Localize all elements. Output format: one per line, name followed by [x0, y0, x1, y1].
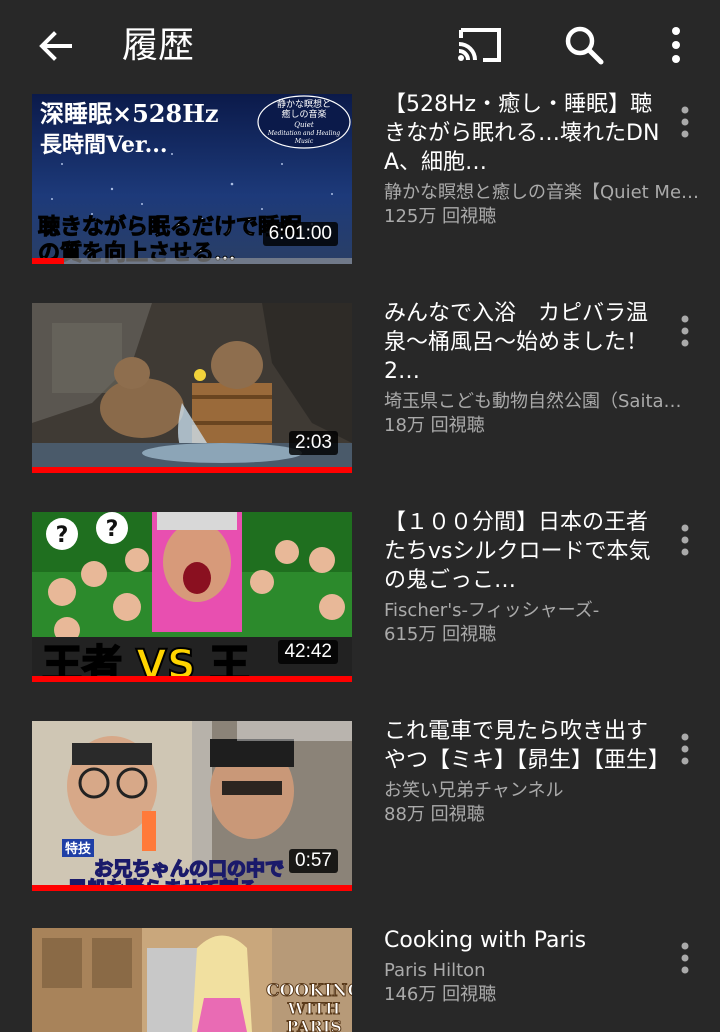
video-menu-button[interactable]	[672, 938, 698, 978]
svg-text:深睡眠×528Hz: 深睡眠×528Hz	[40, 99, 219, 128]
video-menu-button[interactable]	[672, 102, 698, 142]
view-count: 125万 回視聴	[384, 206, 497, 227]
cast-icon	[458, 28, 501, 62]
video-duration: 2:03	[289, 431, 338, 455]
svg-text:お兄ちゃんの口の中で: お兄ちゃんの口の中で	[94, 857, 284, 880]
video-item[interactable]: COOKING WITH PARIS Cooking with Paris Pa…	[0, 926, 720, 1032]
video-thumbnail[interactable]: 特技 お兄ちゃんの口の中で 風船を膨らませて割る 0:57	[32, 721, 352, 891]
video-meta[interactable]: Cooking with Paris Paris Hilton 146万 回視聴	[384, 926, 668, 1007]
video-title: Cooking with Paris	[384, 928, 587, 953]
search-button[interactable]	[562, 22, 606, 68]
video-duration: 0:57	[289, 849, 338, 873]
watch-progress-bar	[32, 467, 352, 473]
thumbnail-image: COOKING WITH PARIS	[32, 928, 352, 1032]
video-meta[interactable]: これ電車で見たら吹き出すやつ【ミキ】【昴生】【亜生】 お笑い兄弟チャンネル 88…	[384, 717, 668, 827]
video-thumbnail[interactable]: 2:03	[32, 303, 352, 473]
svg-text:COOKING: COOKING	[266, 981, 352, 1001]
watch-progress-bar	[32, 676, 352, 682]
svg-text:長時間Ver...: 長時間Ver...	[40, 132, 168, 158]
video-meta[interactable]: みんなで入浴 カピバラ温泉〜桶風呂〜始めました！ 2… 埼玉県こども動物自然公園…	[384, 299, 682, 438]
video-item[interactable]: 2:03 みんなで入浴 カピバラ温泉〜桶風呂〜始めました！ 2… 埼玉県こども動…	[0, 299, 720, 499]
svg-text:特技: 特技	[65, 841, 92, 857]
svg-text:?: ?	[106, 517, 119, 542]
video-thumbnail[interactable]: ? ? 王者 VS 王 42:42	[32, 512, 352, 682]
video-meta[interactable]: 【１００分間】日本の王者たちvsシルクロードで本気の鬼ごっこ… Fischer'…	[384, 508, 668, 647]
back-button[interactable]	[34, 24, 78, 68]
view-count: 146万 回視聴	[384, 984, 497, 1005]
channel-name: 静かな瞑想と癒しの音楽【Quiet Me…	[384, 182, 700, 203]
video-meta[interactable]: 【528Hz・癒し・睡眠】聴きながら眠れる…壊れたDNA、細胞… 静かな瞑想と癒…	[384, 90, 699, 229]
watch-progress-fill	[32, 885, 352, 891]
more-vertical-icon	[681, 315, 689, 347]
svg-text:WITH: WITH	[287, 999, 340, 1018]
video-item[interactable]: 特技 お兄ちゃんの口の中で 風船を膨らませて割る 0:57 これ電車で見たら吹き…	[0, 717, 720, 917]
svg-text:Quiet: Quiet	[294, 121, 314, 129]
app-bar: 履歴	[0, 0, 720, 90]
video-item[interactable]: 深睡眠×528Hz 長時間Ver... 静かな瞑想と 癒しの音楽 Quiet M…	[0, 90, 720, 290]
video-title: これ電車で見たら吹き出すやつ【ミキ】【昴生】【亜生】	[384, 719, 668, 773]
channel-name: Fischer's-フィッシャーズ-	[384, 600, 600, 621]
svg-text:PARIS: PARIS	[286, 1017, 342, 1032]
svg-text:Meditation and Healing: Meditation and Healing	[267, 130, 340, 137]
view-count: 88万 回視聴	[384, 804, 485, 825]
cast-button[interactable]	[455, 24, 505, 66]
video-menu-button[interactable]	[672, 520, 698, 560]
more-vertical-icon	[681, 942, 689, 974]
view-count: 615万 回視聴	[384, 624, 497, 645]
video-title: 【528Hz・癒し・睡眠】聴きながら眠れる…壊れたDNA、細胞…	[384, 92, 660, 175]
video-item[interactable]: ? ? 王者 VS 王 42:42 【１００分間】日本の王者たちvsシルクロード…	[0, 508, 720, 708]
watch-progress-fill	[32, 676, 352, 682]
video-duration: 42:42	[278, 640, 338, 664]
video-duration: 6:01:00	[262, 222, 338, 246]
channel-name: お笑い兄弟チャンネル	[384, 780, 564, 801]
watch-progress-bar	[32, 258, 352, 264]
view-count: 18万 回視聴	[384, 415, 485, 436]
video-title: 【１００分間】日本の王者たちvsシルクロードで本気の鬼ごっこ…	[384, 510, 651, 593]
watch-progress-fill	[32, 258, 64, 264]
more-vertical-icon	[681, 733, 689, 765]
svg-text:静かな瞑想と: 静かな瞑想と	[277, 98, 331, 110]
svg-text:癒しの音楽: 癒しの音楽	[281, 108, 326, 120]
video-title: みんなで入浴 カピバラ温泉〜桶風呂〜始めました！ 2…	[384, 301, 668, 384]
arrow-left-icon	[39, 31, 72, 61]
search-icon	[565, 26, 604, 65]
channel-name: 埼玉県こども動物自然公園（Saita…	[384, 391, 682, 412]
video-menu-button[interactable]	[672, 729, 698, 769]
video-thumbnail[interactable]: COOKING WITH PARIS	[32, 928, 352, 1032]
more-vertical-icon	[681, 106, 689, 138]
video-thumbnail[interactable]: 深睡眠×528Hz 長時間Ver... 静かな瞑想と 癒しの音楽 Quiet M…	[32, 94, 352, 264]
more-vertical-icon	[672, 27, 680, 63]
watch-progress-fill	[32, 467, 352, 473]
svg-text:?: ?	[56, 523, 69, 548]
video-menu-button[interactable]	[672, 311, 698, 351]
watch-progress-bar	[32, 885, 352, 891]
svg-text:Music: Music	[294, 138, 314, 145]
channel-name: Paris Hilton	[384, 960, 486, 981]
more-vertical-icon	[681, 524, 689, 556]
more-options-button[interactable]	[664, 22, 688, 68]
page-title: 履歴	[122, 25, 195, 66]
